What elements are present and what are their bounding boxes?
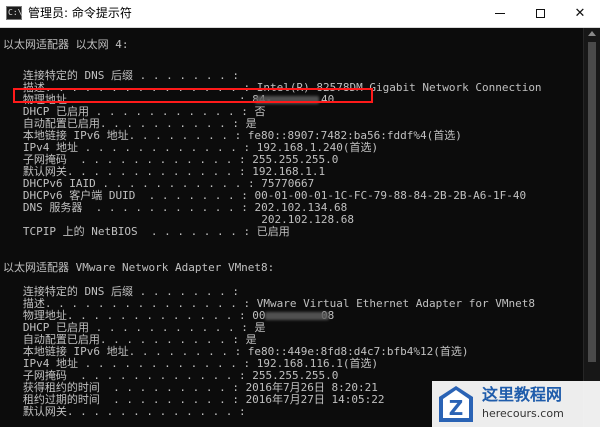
scrollbar-thumb[interactable] — [588, 42, 596, 362]
scroll-up-arrow-icon[interactable] — [588, 31, 596, 36]
minimize-icon — [495, 13, 505, 14]
window-title: 管理员: 命令提示符 — [28, 6, 132, 20]
console-line-text: 默认网关. . . . . . . . . . . . . : — [3, 405, 253, 418]
close-button[interactable]: ✕ — [560, 0, 600, 27]
cmd-app-icon[interactable]: C:\ — [6, 6, 22, 20]
watermark-logo-letter: Z — [449, 396, 464, 420]
watermark-logo-icon: Z — [439, 386, 473, 422]
watermark-site-url: herecours.com — [482, 407, 564, 420]
watermark-site-name: 这里教程网 — [482, 385, 563, 404]
close-icon: ✕ — [574, 6, 586, 21]
maximize-button[interactable] — [520, 0, 560, 27]
site-watermark: Z 这里教程网 herecours.com — [432, 381, 600, 427]
title-bar: C:\ 管理员: 命令提示符 ✕ — [0, 0, 600, 28]
vertical-scrollbar[interactable] — [583, 28, 600, 427]
console-line-text: 以太网适配器 以太网 4: — [3, 38, 129, 51]
maximize-icon — [535, 9, 545, 18]
console-line-text: 以太网适配器 VMware Network Adapter VMnet8: — [3, 261, 275, 274]
physical-address-highlight — [13, 88, 373, 103]
minimize-button[interactable] — [480, 0, 520, 27]
console-line-text: TCPIP 上的 NetBIOS . . . . . . . : 已启用 — [3, 225, 290, 238]
redacted-mac-address — [265, 312, 329, 320]
